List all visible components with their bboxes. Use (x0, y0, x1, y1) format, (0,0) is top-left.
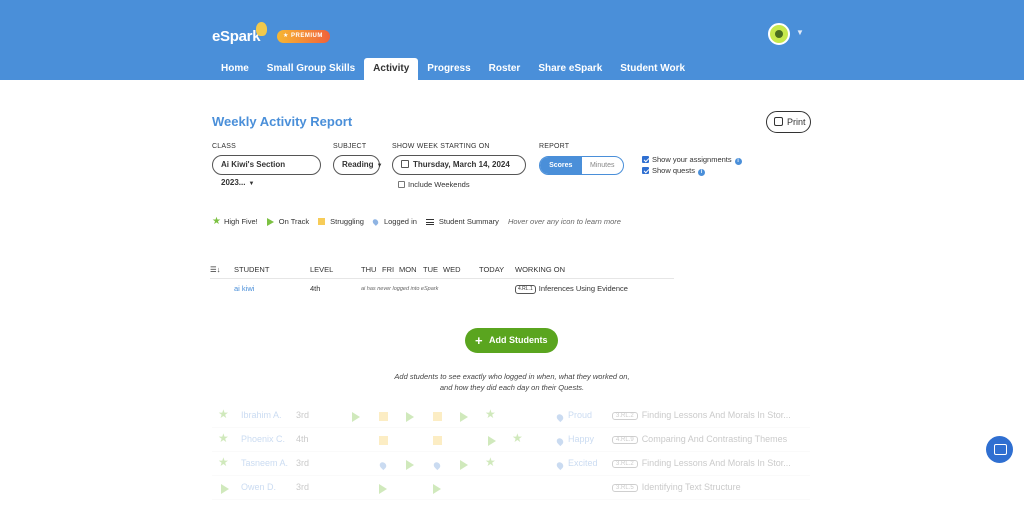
pin-icon (555, 460, 565, 471)
calendar-icon (401, 160, 409, 168)
nav-share-espark[interactable]: Share eSpark (529, 58, 611, 80)
add-students-message: Add students to see exactly who logged i… (394, 372, 630, 392)
scores-toggle[interactable]: Scores (540, 157, 582, 174)
week-date-picker[interactable]: Thursday, March 14, 2024 (392, 155, 526, 175)
user-avatar[interactable] (768, 23, 790, 45)
report-toggle: Scores Minutes (539, 156, 624, 175)
col-thu: THU (361, 265, 377, 274)
pin-icon (432, 460, 442, 471)
star-icon: ★ (212, 216, 221, 227)
subject-label: SUBJECT (333, 143, 367, 150)
play-icon (379, 484, 387, 494)
square-icon (318, 218, 326, 225)
col-student[interactable]: STUDENT (234, 265, 269, 274)
class-select[interactable]: Ai Kiwi's Section 2023... ▼ (212, 155, 321, 187)
star-icon: ★ (218, 455, 229, 469)
pin-icon (555, 436, 565, 447)
play-icon (433, 484, 441, 494)
play-icon (352, 412, 360, 422)
show-quests-checkbox[interactable]: Show quests i (642, 166, 705, 176)
square-icon (379, 412, 388, 421)
list-icon (425, 218, 434, 225)
square-icon (379, 436, 388, 445)
star-icon: ★ (218, 431, 229, 445)
chat-icon[interactable] (986, 436, 1013, 463)
chevron-down-icon: ▼ (248, 181, 255, 187)
col-level: LEVEL (310, 265, 334, 274)
nav-small-group-skills[interactable]: Small Group Skills (258, 58, 364, 80)
star-icon: ★ (485, 455, 496, 469)
espark-logo[interactable]: eSpark (212, 22, 267, 45)
preview-row: ★ Ibrahim A. 3rd ★ Proud 3.RL.2 Finding L… (212, 404, 810, 428)
main-nav: Home Small Group Skills Activity Progres… (212, 58, 694, 80)
play-icon (266, 217, 274, 226)
chevron-down-icon[interactable]: ▼ (796, 28, 804, 37)
working-on-cell: 4.RL.1 Inferences Using Evidence (515, 284, 628, 294)
login-note: ai has never logged into eSpark (361, 286, 439, 292)
student-link[interactable]: ai kiwi (234, 284, 254, 293)
info-icon: i (734, 158, 742, 165)
play-icon (488, 436, 496, 446)
col-tue: TUE (423, 265, 438, 274)
preview-row: ★ Phoenix C. 4th ★ Happy 4.RL.9 Comparing… (212, 428, 810, 452)
icon-legend: ★ High Five! On Track Struggling Logged i… (212, 216, 621, 227)
nav-home[interactable]: Home (212, 58, 258, 80)
class-label: CLASS (212, 143, 236, 150)
plus-icon: + (475, 333, 483, 348)
sort-icon[interactable]: ☰↓ (210, 265, 220, 274)
play-icon (460, 412, 468, 422)
col-mon: MON (399, 265, 417, 274)
lightbulb-icon (256, 22, 267, 36)
page-title: Weekly Activity Report (212, 114, 353, 129)
play-icon (221, 484, 229, 494)
play-icon (406, 412, 414, 422)
pin-icon (371, 217, 380, 226)
premium-badge: ★ PREMIUM (277, 30, 330, 43)
nav-activity[interactable]: Activity (364, 58, 419, 80)
include-weekends-checkbox[interactable]: Include Weekends (398, 180, 470, 189)
standard-badge: 4.RL.1 (515, 285, 536, 294)
student-level: 4th (310, 284, 321, 293)
nav-roster[interactable]: Roster (480, 58, 530, 80)
info-icon: i (697, 169, 705, 176)
col-fri: FRI (382, 265, 395, 274)
square-icon (433, 436, 442, 445)
print-button[interactable]: Print (766, 111, 811, 133)
show-assignments-checkbox[interactable]: Show your assignments i (642, 155, 742, 165)
chevron-down-icon: ▼ (376, 163, 383, 169)
add-students-button[interactable]: + Add Students (465, 328, 558, 353)
col-working-on: WORKING ON (515, 265, 565, 274)
nav-progress[interactable]: Progress (418, 58, 479, 80)
star-icon: ★ (512, 431, 523, 445)
divider (210, 278, 674, 279)
col-today: TODAY (479, 265, 505, 274)
play-icon (406, 460, 414, 470)
square-icon (433, 412, 442, 421)
play-icon (460, 460, 468, 470)
preview-row: Owen D. 3rd 3.RL.5 Identifying Text Struc… (212, 476, 810, 500)
printer-icon (774, 117, 783, 126)
pin-icon (555, 412, 565, 423)
pin-icon (378, 460, 388, 471)
star-icon: ★ (485, 407, 496, 421)
col-wed: WED (443, 265, 461, 274)
minutes-toggle[interactable]: Minutes (582, 157, 624, 174)
star-icon: ★ (218, 407, 229, 421)
subject-select[interactable]: Reading ▼ (333, 155, 383, 175)
week-label: SHOW WEEK STARTING ON (392, 143, 490, 150)
nav-student-work[interactable]: Student Work (611, 58, 694, 80)
preview-row: ★ Tasneem A. 3rd ★ Excited 3.RL.2 Finding… (212, 452, 810, 476)
report-label: REPORT (539, 143, 570, 150)
